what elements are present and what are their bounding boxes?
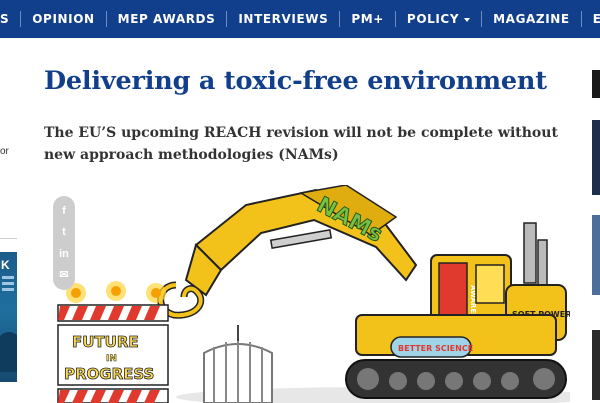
right-sidebar-thumbnail[interactable]: [592, 70, 600, 98]
left-sidebar-text: or: [0, 146, 9, 157]
nav-item-policy-label: POLICY: [406, 12, 460, 26]
nav-item-cut-left[interactable]: S: [0, 12, 20, 26]
article-title: Delivering a toxic-free environment: [44, 66, 547, 96]
left-ad-graphic: [0, 332, 17, 372]
right-sidebar-thumbnail[interactable]: [592, 330, 600, 400]
top-navigation: S OPINION MEP AWARDS INTERVIEWS PM+ POLI…: [0, 0, 600, 38]
left-sidebar-divider: [0, 238, 17, 239]
nav-item-mep-awards[interactable]: MEP AWARDS: [107, 12, 227, 26]
sign-line-2: IN: [106, 354, 117, 364]
nav-item-events[interactable]: EVENTS: [582, 12, 600, 26]
left-ad-letter: K: [1, 258, 10, 272]
nav-item-interviews[interactable]: INTERVIEWS: [227, 12, 339, 26]
nav-item-pm-plus[interactable]: PM+: [340, 12, 395, 26]
article-hero-image: NAMs AWARENESS SOFT POWER BETTER SCIENCE: [46, 185, 570, 403]
twitter-icon[interactable]: t: [56, 225, 72, 239]
nav-item-magazine[interactable]: MAGAZINE: [482, 12, 581, 26]
sign-line-1: FUTURE: [72, 333, 139, 351]
nav-item-opinion[interactable]: OPINION: [21, 12, 105, 26]
nav-item-policy[interactable]: POLICY: [396, 12, 481, 26]
right-sidebar-thumbnail[interactable]: [592, 215, 600, 295]
facebook-icon[interactable]: f: [56, 204, 72, 218]
sign-line-3: PROGRESS: [64, 365, 154, 383]
track-label: BETTER SCIENCE: [398, 344, 473, 353]
share-rail: f t in ✉: [53, 196, 75, 290]
article-subtitle: The EU’S upcoming REACH revision will no…: [44, 125, 558, 163]
left-sidebar-ad[interactable]: K: [0, 252, 17, 382]
linkedin-icon[interactable]: in: [56, 247, 72, 261]
left-ad-text-lines: [2, 276, 14, 279]
right-sidebar-thumbnail[interactable]: [592, 120, 600, 195]
email-icon[interactable]: ✉: [56, 268, 72, 282]
chevron-down-icon: [464, 17, 471, 22]
